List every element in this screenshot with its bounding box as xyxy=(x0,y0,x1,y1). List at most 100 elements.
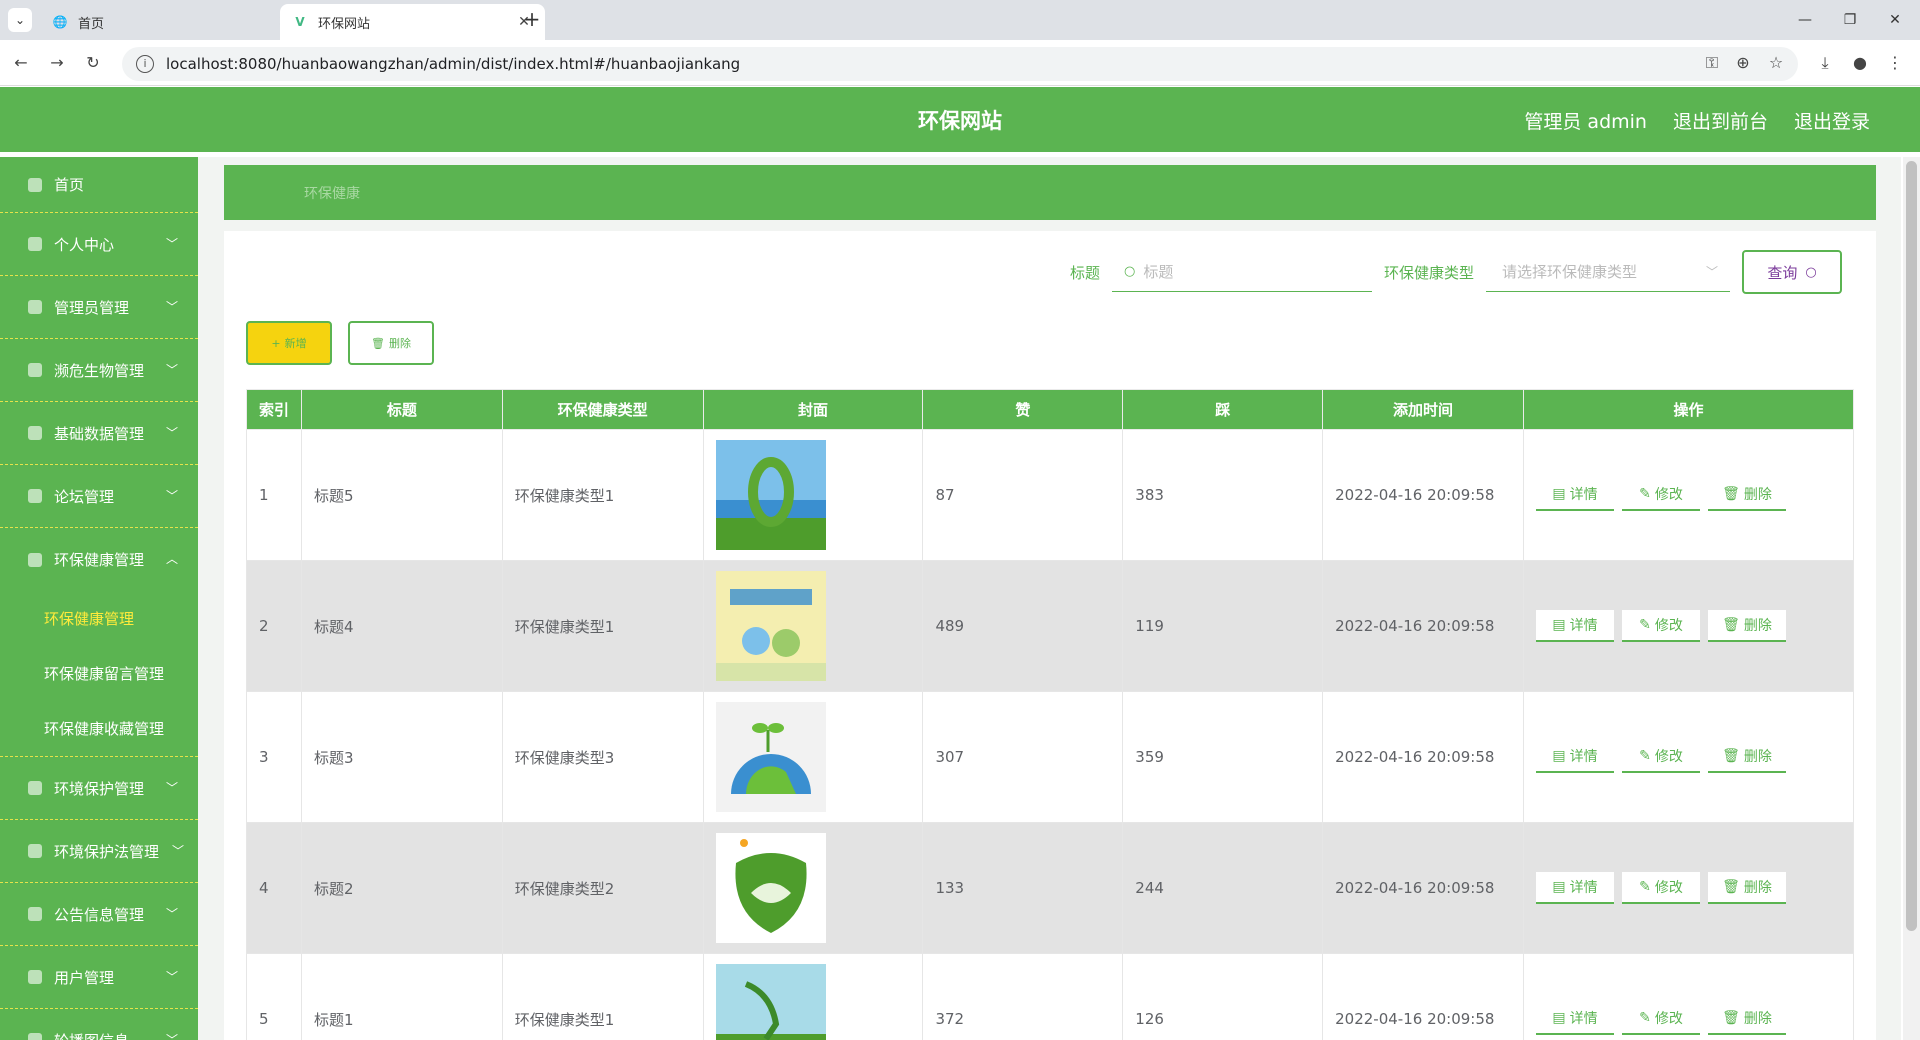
sidebar-item-users[interactable]: 用户管理 ﹀ xyxy=(0,946,198,1009)
submenu-health-manage[interactable]: 环保健康管理 xyxy=(0,591,198,646)
cell-cover xyxy=(702,953,924,1040)
exit-to-front-link[interactable]: 退出到前台 xyxy=(1673,107,1768,134)
delete-button[interactable]: 🗑 删除 xyxy=(1708,872,1786,904)
search-icon: ○ xyxy=(1123,264,1136,279)
edit-button[interactable]: ✎ 修改 xyxy=(1622,610,1700,642)
cover-image[interactable] xyxy=(715,833,826,943)
new-tab-button[interactable]: + xyxy=(520,8,544,32)
edit-button[interactable]: ✎ 修改 xyxy=(1622,741,1700,773)
type-select-label: 环保健康类型 xyxy=(1383,263,1474,282)
cell-cover xyxy=(702,691,924,823)
download-icon[interactable]: ⤓ xyxy=(1812,50,1838,76)
cell-dislikes: 126 xyxy=(1122,953,1324,1040)
delete-button[interactable]: 🗑 删除 xyxy=(1708,479,1786,511)
site-info-icon[interactable]: i xyxy=(136,55,154,73)
document-icon: ▤ xyxy=(1552,748,1566,764)
add-button[interactable]: + 新增 xyxy=(246,321,332,365)
edit-button[interactable]: ✎ 修改 xyxy=(1622,479,1700,511)
edit-button[interactable]: ✎ 修改 xyxy=(1622,1003,1700,1035)
grid-icon xyxy=(28,844,42,858)
zoom-icon[interactable]: ⊕ xyxy=(1730,50,1756,76)
chevron-up-icon: ︿ xyxy=(165,552,178,566)
tab-title: 环保网站 xyxy=(318,16,371,32)
delete-button[interactable]: 🗑 删除 xyxy=(1708,1003,1786,1035)
cell-title: 标题5 xyxy=(300,429,503,561)
image-icon xyxy=(28,1033,42,1040)
browser-tab-home[interactable]: 🌐 首页 ✕ xyxy=(40,4,305,40)
document-icon xyxy=(28,552,42,567)
breadcrumb-current[interactable]: 环保健康 xyxy=(304,183,360,203)
batch-delete-button[interactable]: 🗑 删除 xyxy=(348,321,434,365)
logout-link[interactable]: 退出登录 xyxy=(1794,107,1870,134)
back-icon[interactable]: ← xyxy=(8,50,34,76)
close-window-button[interactable]: ✕ xyxy=(1875,8,1915,32)
detail-button[interactable]: ▤ 详情 xyxy=(1536,610,1614,642)
bookmark-star-icon[interactable]: ☆ xyxy=(1763,50,1789,76)
page-scrollbar[interactable] xyxy=(1903,157,1920,1040)
sidebar-item-basedata[interactable]: 基础数据管理 ﹀ xyxy=(0,402,198,465)
column-header: 添加时间 xyxy=(1322,389,1524,430)
vue-logo-icon: V xyxy=(295,15,305,29)
minimize-button[interactable]: — xyxy=(1785,8,1825,32)
cell-title: 标题2 xyxy=(300,822,503,954)
scrollbar-thumb[interactable] xyxy=(1906,161,1917,931)
type-select[interactable]: 请选择环保健康类型 ﹀ xyxy=(1486,252,1730,292)
sidebar-item-envlaw[interactable]: 环境保护法管理 ﹀ xyxy=(0,820,198,883)
browser-tab-active[interactable]: V 环保网站 ✕ xyxy=(280,4,545,40)
sidebar-item-envprotect[interactable]: 环境保护管理 ﹀ xyxy=(0,757,198,820)
sidebar-item-personal[interactable]: 个人中心 ﹀ xyxy=(0,213,198,276)
table-header-row: 索引 标题 环保健康类型 封面 赞 踩 添加时间 操作 xyxy=(246,389,1854,430)
chevron-down-icon: ﹀ xyxy=(165,300,178,314)
cover-image[interactable] xyxy=(715,964,826,1040)
forward-icon[interactable]: → xyxy=(44,50,70,76)
detail-button[interactable]: ▤ 详情 xyxy=(1536,741,1614,773)
tab-search-icon[interactable]: ⌄ xyxy=(8,8,32,32)
submenu-health-messages[interactable]: 环保健康留言管理 xyxy=(0,646,198,701)
detail-button[interactable]: ▤ 详情 xyxy=(1536,872,1614,904)
user-icon xyxy=(28,237,42,251)
delete-button[interactable]: 🗑 删除 xyxy=(1708,610,1786,642)
search-icon: ○ xyxy=(1805,264,1817,280)
cell-title: 标题4 xyxy=(300,560,503,692)
sidebar-item-carousel[interactable]: 轮播图信息 ﹀ xyxy=(0,1009,198,1040)
cell-time: 2022-04-16 20:09:58 xyxy=(1322,822,1524,954)
sidebar-item-notice[interactable]: 公告信息管理 ﹀ xyxy=(0,883,198,946)
document-icon: ▤ xyxy=(1552,879,1566,895)
cell-likes: 133 xyxy=(922,822,1124,954)
password-key-icon[interactable]: ⚿ xyxy=(1699,50,1725,76)
home-icon xyxy=(28,177,42,192)
reload-icon[interactable]: ↻ xyxy=(80,50,106,76)
trash-icon: 🗑 xyxy=(1722,879,1740,895)
restore-button[interactable]: ❐ xyxy=(1830,8,1870,32)
more-menu-icon[interactable]: ⋮ xyxy=(1882,50,1908,76)
address-bar[interactable]: i localhost:8080/huanbaowangzhan/admin/d… xyxy=(122,47,1798,81)
cover-image[interactable] xyxy=(715,702,826,812)
chevron-down-icon: ﹀ xyxy=(165,237,178,251)
table-row: 5 标题1 环保健康类型1 372 126 2022-04-16 20:09:5… xyxy=(246,953,1854,1040)
title-search-input[interactable]: ○ 标题 xyxy=(1111,252,1372,292)
delete-button[interactable]: 🗑 删除 xyxy=(1708,741,1786,773)
sidebar-item-health[interactable]: 环保健康管理 ︿ xyxy=(0,528,198,591)
browser-toolbar: ← → ↻ i localhost:8080/huanbaowangzhan/a… xyxy=(0,40,1920,86)
edit-button[interactable]: ✎ 修改 xyxy=(1622,872,1700,904)
query-button[interactable]: 查询 ○ xyxy=(1742,250,1842,294)
detail-button[interactable]: ▤ 详情 xyxy=(1536,1003,1614,1035)
url-text: localhost:8080/huanbaowangzhan/admin/dis… xyxy=(166,55,741,73)
submenu-health-favorites[interactable]: 环保健康收藏管理 xyxy=(0,701,198,756)
sidebar-item-forum[interactable]: 论坛管理 ﹀ xyxy=(0,465,198,528)
plus-icon: + xyxy=(271,336,281,350)
cell-ops: ▤ 详情 ✎ 修改 🗑 删除 xyxy=(1523,953,1854,1040)
chevron-down-icon: ﹀ xyxy=(165,363,178,377)
title-search-label: 标题 xyxy=(1069,263,1100,282)
sidebar-item-admins[interactable]: 管理员管理 ﹀ xyxy=(0,276,198,339)
detail-button[interactable]: ▤ 详情 xyxy=(1536,479,1614,511)
cell-ops: ▤ 详情 ✎ 修改 🗑 删除 xyxy=(1523,560,1854,692)
cover-image[interactable] xyxy=(715,571,826,681)
profile-icon[interactable]: ● xyxy=(1847,50,1873,76)
cell-time: 2022-04-16 20:09:58 xyxy=(1322,560,1524,692)
main-content: 环保健康 标题 ○ 标题 环保健康类型 请选择环保健康类型 ﹀ 查询 ○ + 新… xyxy=(198,157,1901,1040)
sidebar-item-home[interactable]: 首页 xyxy=(0,157,198,213)
cover-image[interactable] xyxy=(715,440,826,550)
sidebar-item-endangered[interactable]: 濒危生物管理 ﹀ xyxy=(0,339,198,402)
table-row: 1 标题5 环保健康类型1 87 383 2022-04-16 20:09:58 xyxy=(246,429,1854,561)
